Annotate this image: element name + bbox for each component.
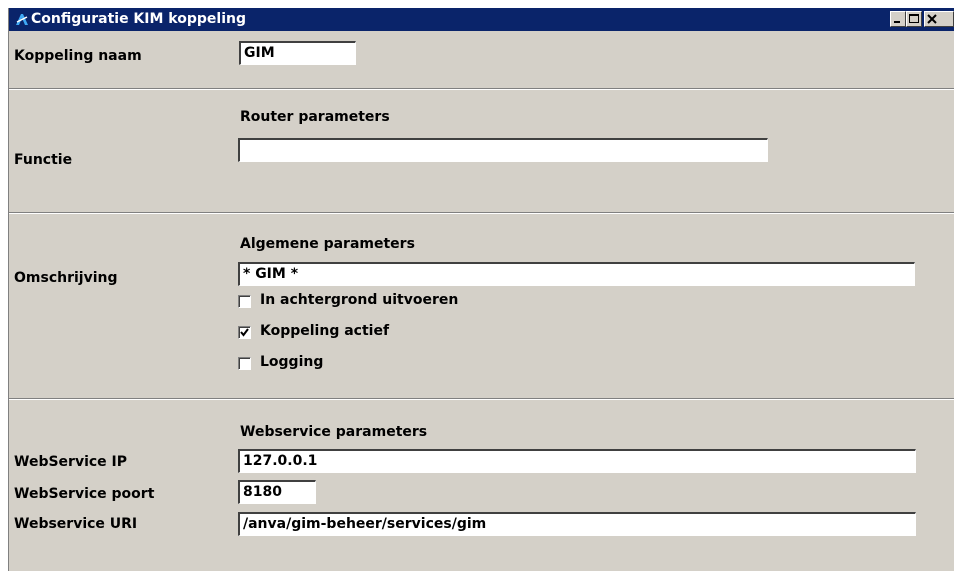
close-icon	[927, 14, 937, 24]
koppeling-actief-label[interactable]: Koppeling actief	[260, 323, 389, 339]
webservice-ip-label: WebService IP	[14, 454, 128, 470]
koppeling-naam-input[interactable]: GIM	[239, 41, 356, 65]
title-bar[interactable]: Configuratie KIM koppeling	[9, 8, 954, 31]
separator	[9, 212, 954, 214]
koppeling-naam-label: Koppeling naam	[14, 48, 142, 64]
window-title: Configuratie KIM koppeling	[31, 11, 246, 27]
in-achtergrond-checkbox[interactable]	[238, 295, 251, 308]
separator	[9, 398, 954, 400]
logging-label[interactable]: Logging	[260, 354, 323, 370]
close-button[interactable]	[924, 11, 954, 27]
minimize-icon	[894, 21, 900, 23]
maximize-button[interactable]	[906, 11, 922, 27]
omschrijving-label: Omschrijving	[14, 270, 118, 286]
maximize-icon	[909, 14, 919, 23]
omschrijving-input[interactable]: * GIM *	[238, 262, 915, 286]
webservice-parameters-heading: Webservice parameters	[240, 424, 428, 440]
functie-label: Functie	[14, 152, 73, 168]
config-window: Configuratie KIM koppeling Koppeling naa…	[8, 8, 954, 571]
functie-input[interactable]	[238, 138, 768, 162]
algemene-parameters-heading: Algemene parameters	[240, 236, 415, 252]
logging-checkbox[interactable]	[238, 357, 251, 370]
minimize-button[interactable]	[890, 11, 906, 27]
webservice-uri-input[interactable]: /anva/gim-beheer/services/gim	[238, 512, 916, 536]
router-parameters-heading: Router parameters	[240, 109, 390, 125]
separator	[9, 88, 954, 90]
webservice-ip-input[interactable]: 127.0.0.1	[238, 449, 916, 473]
webservice-uri-label: Webservice URI	[14, 516, 138, 532]
koppeling-actief-checkbox[interactable]	[238, 326, 251, 339]
in-achtergrond-label[interactable]: In achtergrond uitvoeren	[260, 292, 458, 308]
webservice-poort-label: WebService poort	[14, 486, 155, 502]
checkmark-icon	[240, 328, 249, 337]
anva-app-icon	[14, 11, 30, 27]
webservice-poort-input[interactable]: 8180	[238, 480, 316, 504]
